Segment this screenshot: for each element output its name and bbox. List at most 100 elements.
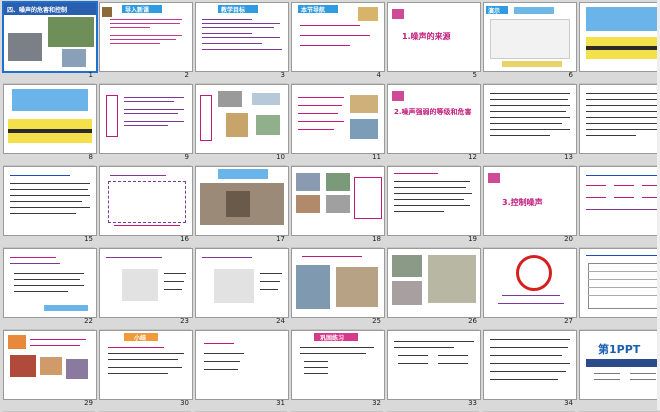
slide-thumb-12[interactable]: 2.噪声强弱的等级和危害 12 [387, 84, 481, 166]
slide-preview[interactable] [291, 84, 385, 154]
slide-thumb-16[interactable]: 16 [99, 166, 193, 248]
slide-preview[interactable] [99, 84, 193, 154]
slide-thumb-24[interactable]: 24 [195, 248, 289, 330]
slide-thumb-32[interactable]: 巩固练习 32 [291, 330, 385, 412]
slide-preview[interactable] [291, 166, 385, 236]
slide-title: 四、噪声的危害和控制 [7, 7, 68, 14]
slide-preview[interactable]: 演示 [483, 2, 577, 72]
slide-preview[interactable] [483, 84, 577, 154]
slide-number: 2 [184, 71, 189, 79]
slide-preview[interactable] [195, 248, 289, 318]
slide-title: 巩固练习 [320, 335, 345, 342]
slide-title: 本节导航 [301, 7, 326, 14]
slide-thumb-20[interactable]: 3.控制噪声 20 [483, 166, 577, 248]
slide-thumb-27[interactable]: 27 [483, 248, 577, 330]
slide-number: 15 [84, 235, 93, 243]
slide-thumb-9[interactable]: 9 [99, 84, 193, 166]
slide-thumb-29[interactable]: 29 [3, 330, 97, 412]
slide-preview[interactable] [483, 330, 577, 400]
slide-thumb-3[interactable]: 教学目标 3 [195, 2, 289, 84]
slide-number: 5 [472, 71, 477, 79]
slide-preview[interactable] [483, 248, 577, 318]
slide-title: 导入新课 [125, 7, 150, 14]
slide-preview[interactable] [195, 84, 289, 154]
slide-thumb-35[interactable]: 第1PPT 35 [579, 330, 660, 412]
slide-title: 3.控制噪声 [502, 198, 543, 207]
slide-thumb-11[interactable]: 11 [291, 84, 385, 166]
slide-thumb-13[interactable]: 13 [483, 84, 577, 166]
slide-thumb-15[interactable]: 15 [3, 166, 97, 248]
slide-thumb-7[interactable]: 7 [579, 2, 660, 84]
slide-thumb-30[interactable]: 小结 30 [99, 330, 193, 412]
slide-number: 9 [184, 153, 189, 161]
slide-thumb-8[interactable]: 8 [3, 84, 97, 166]
slide-number: 11 [372, 153, 381, 161]
slide-preview[interactable]: 四、噪声的危害和控制 [2, 1, 98, 73]
slide-preview[interactable] [195, 166, 289, 236]
slide-preview[interactable]: 教学目标 [195, 2, 289, 72]
slide-thumb-2[interactable]: 导入新课 2 [99, 2, 193, 84]
slide-number: 25 [372, 317, 381, 325]
slide-number: 3 [280, 71, 285, 79]
slide-preview[interactable] [387, 330, 481, 400]
slide-preview[interactable]: 2.噪声强弱的等级和危害 [387, 84, 481, 154]
slide-number: 26 [468, 317, 477, 325]
slide-preview[interactable]: 1.噪声的来源 [387, 2, 481, 72]
slide-title: 演示 [488, 8, 501, 15]
slide-thumb-31[interactable]: 31 [195, 330, 289, 412]
slide-thumb-6[interactable]: 演示 6 [483, 2, 577, 84]
slide-title: 第1PPT [598, 343, 641, 356]
slide-number: 6 [568, 71, 573, 79]
slide-preview[interactable]: 本节导航 [291, 2, 385, 72]
slide-thumb-19[interactable]: 19 [387, 166, 481, 248]
slide-thumb-18[interactable]: 18 [291, 166, 385, 248]
slide-number: 29 [84, 399, 93, 407]
slide-number: 19 [468, 235, 477, 243]
slide-preview[interactable] [387, 248, 481, 318]
slide-number: 33 [468, 399, 477, 407]
slide-thumb-1[interactable]: 四、噪声的危害和控制 1 [2, 1, 98, 84]
slide-number: 13 [564, 153, 573, 161]
slide-preview[interactable] [579, 2, 660, 72]
slide-thumb-25[interactable]: 25 [291, 248, 385, 330]
slide-number: 22 [84, 317, 93, 325]
slide-number: 8 [88, 153, 93, 161]
slide-preview[interactable] [579, 166, 660, 236]
slide-preview[interactable] [195, 330, 289, 400]
slide-thumb-28[interactable]: 28 [579, 248, 660, 330]
slide-thumb-5[interactable]: 1.噪声的来源 5 [387, 2, 481, 84]
slide-preview[interactable] [579, 248, 660, 318]
slide-number: 10 [276, 153, 285, 161]
slide-thumb-23[interactable]: 23 [99, 248, 193, 330]
slide-title: 1.噪声的来源 [402, 32, 451, 41]
slide-title: 2.噪声强弱的等级和危害 [394, 108, 472, 116]
slide-preview[interactable] [291, 248, 385, 318]
slide-preview[interactable] [3, 248, 97, 318]
slide-preview[interactable] [99, 166, 193, 236]
slide-preview[interactable] [3, 166, 97, 236]
slide-number: 31 [276, 399, 285, 407]
slide-preview[interactable] [99, 248, 193, 318]
slide-preview[interactable] [579, 84, 660, 154]
slide-title: 小结 [134, 335, 147, 342]
slide-thumb-34[interactable]: 34 [483, 330, 577, 412]
slide-number: 30 [180, 399, 189, 407]
slide-preview[interactable]: 第1PPT [579, 330, 660, 400]
slide-thumb-26[interactable]: 26 [387, 248, 481, 330]
slide-thumb-33[interactable]: 33 [387, 330, 481, 412]
slide-preview[interactable] [3, 84, 97, 154]
slide-preview[interactable] [3, 330, 97, 400]
slide-preview[interactable]: 导入新课 [99, 2, 193, 72]
slide-thumb-17[interactable]: 17 [195, 166, 289, 248]
slide-number: 18 [372, 235, 381, 243]
slide-preview[interactable] [387, 166, 481, 236]
slide-preview[interactable]: 巩固练习 [291, 330, 385, 400]
slide-thumb-21[interactable]: 21 [579, 166, 660, 248]
slide-preview[interactable]: 小结 [99, 330, 193, 400]
slide-thumb-10[interactable]: 10 [195, 84, 289, 166]
slide-thumb-22[interactable]: 22 [3, 248, 97, 330]
slide-number: 23 [180, 317, 189, 325]
slide-thumb-4[interactable]: 本节导航 4 [291, 2, 385, 84]
slide-thumb-14[interactable]: 14 [579, 84, 660, 166]
slide-preview[interactable]: 3.控制噪声 [483, 166, 577, 236]
